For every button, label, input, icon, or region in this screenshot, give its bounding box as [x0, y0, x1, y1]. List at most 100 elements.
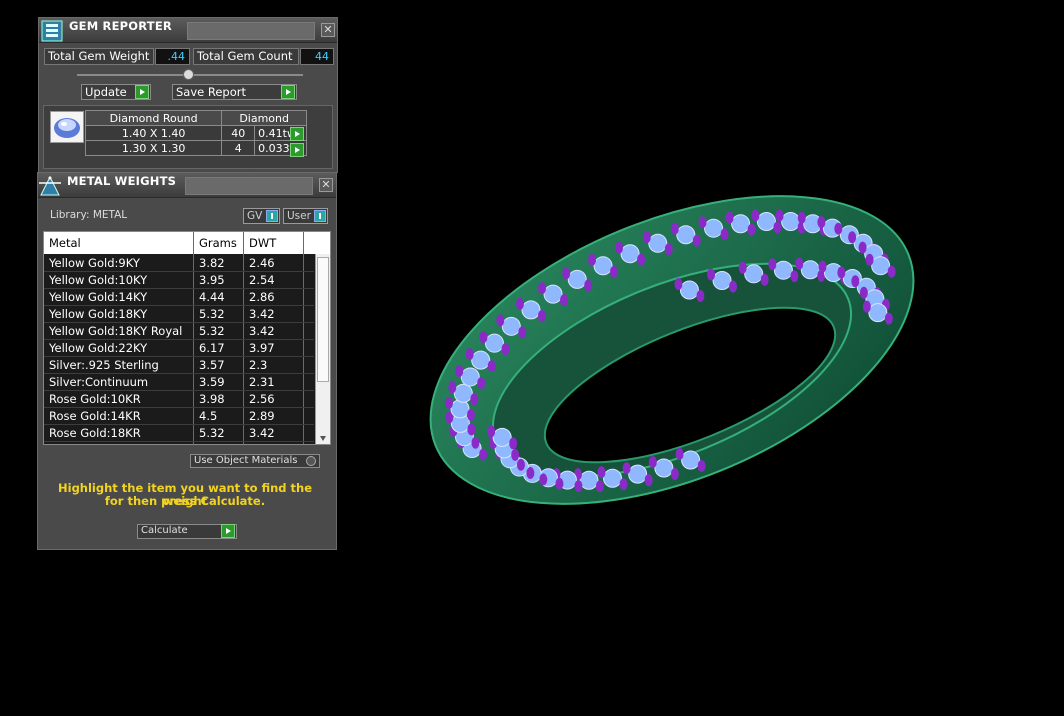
- metal-weights-close-button[interactable]: ✕: [319, 178, 333, 192]
- gem-stone: [679, 280, 699, 300]
- prong: [698, 216, 707, 229]
- gem-row-1-go-arrow-icon[interactable]: [290, 127, 304, 141]
- metal-grams: 3.59: [199, 375, 225, 389]
- calculate-go-arrow-icon[interactable]: [221, 524, 235, 538]
- prong: [696, 290, 705, 303]
- prong: [790, 270, 799, 283]
- table-row[interactable]: Silver:.925 Sterling 3.57 2.3: [44, 357, 314, 374]
- total-gem-count-label: Total Gem Count: [193, 48, 299, 65]
- prong: [622, 462, 631, 475]
- metal-name: Yellow Gold:14KY: [49, 290, 148, 304]
- prong: [595, 480, 604, 493]
- prong: [775, 209, 784, 222]
- metal-weights-titlebar[interactable]: METAL WEIGHTS ✕: [38, 173, 336, 198]
- column-header-grams[interactable]: Grams: [199, 236, 237, 250]
- gem-stone: [603, 468, 623, 488]
- prong: [560, 294, 569, 307]
- metal-grams: 3.57: [199, 358, 225, 372]
- gem-slider-handle[interactable]: [183, 69, 194, 80]
- metal-dwt: 2.3: [249, 358, 268, 372]
- prong: [644, 474, 653, 487]
- prong: [797, 211, 806, 224]
- table-row[interactable]: Yellow Gold:14KY 4.44 2.86: [44, 289, 314, 306]
- gem-stone: [731, 214, 751, 234]
- prong: [887, 265, 896, 278]
- prong: [465, 348, 474, 361]
- gem-stone: [453, 383, 473, 403]
- table-row[interactable]: Rose Gold:10KR 3.98 2.56: [44, 391, 314, 408]
- metal-grams: 5.32: [199, 324, 225, 338]
- prong: [518, 326, 527, 339]
- save-report-go-arrow-icon[interactable]: [281, 85, 295, 99]
- prong: [487, 425, 496, 438]
- gem-size: 1.30 X 1.30: [84, 140, 223, 156]
- metal-grams: 3.95: [199, 273, 225, 287]
- diamond-gem-icon[interactable]: [50, 111, 84, 143]
- scrollbar-thumb[interactable]: [317, 257, 329, 382]
- metal-name: Yellow Gold:9KY: [49, 256, 140, 270]
- prong: [859, 286, 868, 299]
- gem-stone: [704, 218, 724, 238]
- prong: [648, 455, 657, 468]
- metal-table-scrollbar[interactable]: [315, 254, 330, 444]
- column-header-metal[interactable]: Metal: [49, 236, 81, 250]
- prong: [884, 312, 893, 325]
- gem-count: 4: [221, 140, 256, 156]
- prong: [729, 280, 738, 293]
- table-row[interactable]: Yellow Gold:18KY Royal 5.32 3.42: [44, 323, 314, 340]
- table-row[interactable]: Rose Gold:14KR 4.5 2.89: [44, 408, 314, 425]
- library-label: Library: METAL: [50, 209, 128, 221]
- prong: [444, 396, 453, 409]
- prong: [697, 459, 706, 472]
- total-gem-count-value: 44: [300, 48, 334, 65]
- gem-stone: [521, 300, 541, 320]
- update-go-arrow-icon[interactable]: [135, 85, 149, 99]
- prong: [501, 343, 510, 356]
- gv-label: GV: [247, 210, 263, 222]
- table-row[interactable]: Silver:Continuum 3.59 2.31: [44, 374, 314, 391]
- prong: [725, 211, 734, 224]
- metal-name: Silver:Continuum: [49, 375, 149, 389]
- prong: [818, 260, 827, 273]
- table-row[interactable]: Yellow Gold:9KY 3.82 2.46: [44, 255, 314, 272]
- metal-name: Rose Gold:18KR: [49, 426, 141, 440]
- prong: [479, 331, 488, 344]
- gem-row[interactable]: 1.40 X 1.40 40 0.41tw: [84, 125, 307, 141]
- prong: [496, 314, 505, 327]
- table-row[interactable]: Yellow Gold:18KY 5.32 3.42: [44, 306, 314, 323]
- gem-stone: [871, 256, 891, 276]
- save-report-button[interactable]: Save Report: [172, 84, 297, 100]
- prong: [455, 364, 464, 377]
- gem-reporter-titlebar[interactable]: GEM REPORTER ✕: [39, 18, 337, 43]
- use-object-materials-icon[interactable]: [306, 456, 316, 466]
- metal-table-header: Metal Grams DWT: [44, 232, 330, 254]
- metal-name: Yellow Gold:18KY: [49, 307, 148, 321]
- metal-grams: 4.44: [199, 290, 225, 304]
- metal-name: Silver:.925 Sterling: [49, 358, 159, 372]
- user-toggle[interactable]: User: [283, 208, 328, 224]
- gem-row[interactable]: 1.30 X 1.30 4 0.033tw: [84, 140, 307, 156]
- use-object-materials-toggle[interactable]: Use Object Materials: [190, 454, 320, 468]
- scroll-down-icon[interactable]: [320, 436, 326, 441]
- column-header-dwt[interactable]: DWT: [249, 236, 276, 250]
- gem-row-2-go-arrow-icon[interactable]: [290, 143, 304, 157]
- gv-toggle[interactable]: GV: [243, 208, 280, 224]
- prong: [751, 209, 760, 222]
- metal-grams: 5.32: [199, 426, 225, 440]
- ring-viewport[interactable]: [400, 150, 960, 540]
- prong: [615, 241, 624, 254]
- prong: [760, 273, 769, 286]
- prong: [467, 423, 476, 436]
- gem-reporter-icon: [41, 20, 63, 42]
- prong: [738, 261, 747, 274]
- table-row[interactable]: Yellow Gold:22KY 6.17 3.97: [44, 340, 314, 357]
- gem-reporter-close-button[interactable]: ✕: [321, 23, 335, 37]
- metal-name: Rose Gold:10KR: [49, 392, 141, 406]
- prong: [538, 282, 547, 295]
- prong: [848, 231, 857, 244]
- prong: [555, 477, 564, 490]
- table-row[interactable]: Yellow Gold:10KY 3.95 2.54: [44, 272, 314, 289]
- prong: [515, 297, 524, 310]
- title-bar-fill: [185, 177, 313, 195]
- table-row[interactable]: Rose Gold:18KR 5.32 3.42: [44, 425, 314, 442]
